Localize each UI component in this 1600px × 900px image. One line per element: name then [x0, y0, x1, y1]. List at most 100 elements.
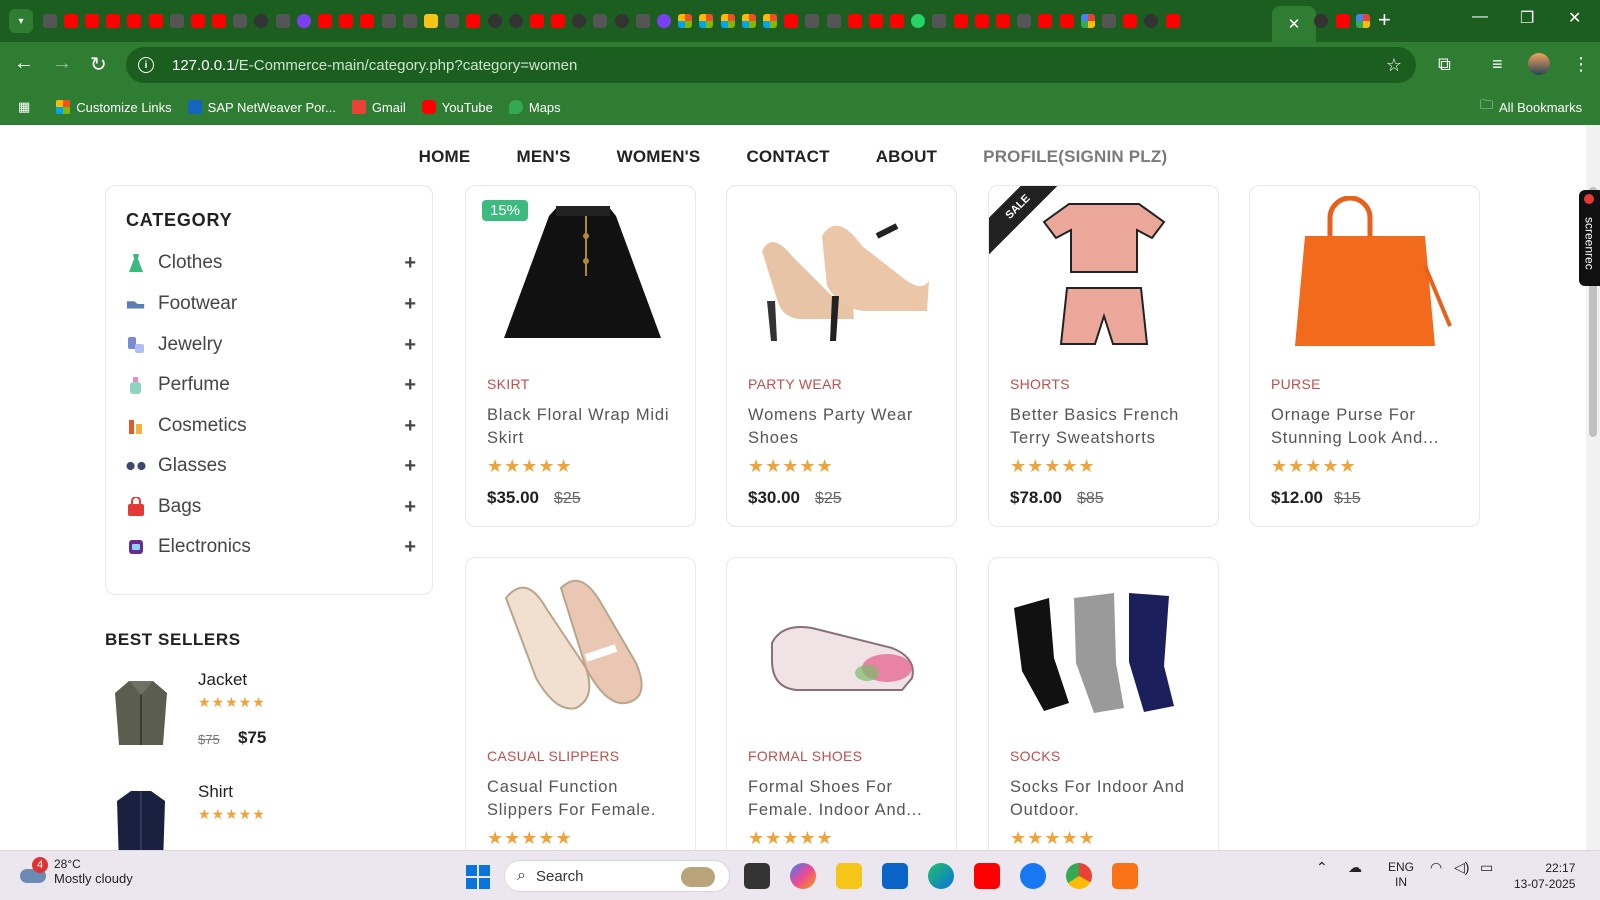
bookmark-youtube[interactable]: YouTube [421, 100, 493, 115]
tab-youtube-icon[interactable] [212, 14, 227, 28]
close-icon[interactable]: ✕ [1288, 15, 1301, 33]
file-explorer-icon[interactable] [836, 863, 862, 889]
extensions-icon[interactable]: ⧉ [1438, 54, 1451, 75]
tab-search-button[interactable]: ▾ [9, 9, 33, 33]
youtube-app-icon[interactable] [974, 863, 1000, 889]
clock[interactable]: 22:17 13-07-2025 [1514, 860, 1575, 892]
product-category[interactable]: PURSE [1271, 376, 1321, 392]
product-card[interactable]: CASUAL SLIPPERS Casual Function Slippers… [465, 557, 696, 850]
tab-favicon[interactable] [487, 14, 502, 28]
nav-mens[interactable]: MEN'S [516, 147, 570, 167]
category-bags[interactable]: Bags + [126, 492, 416, 522]
tab-youtube-icon[interactable] [551, 14, 566, 28]
tab-favicon[interactable] [42, 14, 57, 28]
tab-youtube-icon[interactable] [466, 14, 481, 28]
kebab-menu-icon[interactable]: ⋮ [1572, 54, 1590, 75]
product-category[interactable]: SHORTS [1010, 376, 1070, 392]
bookmark-customize-links[interactable]: Customize Links [56, 100, 172, 115]
tab-youtube-icon[interactable] [996, 14, 1011, 28]
tab-youtube-icon[interactable] [63, 14, 78, 28]
product-category[interactable]: CASUAL SLIPPERS [487, 748, 619, 764]
product-card[interactable]: SALE SHORTS Better Basics French Terry S… [988, 185, 1219, 527]
nav-womens[interactable]: WOMEN'S [617, 147, 701, 167]
tab-youtube-icon[interactable] [1165, 14, 1180, 28]
nav-profile[interactable]: PROFILE(SIGNIN PLZ) [983, 147, 1167, 167]
facebook-icon[interactable] [1020, 863, 1046, 889]
tab-favicon[interactable] [402, 14, 417, 28]
tab-whatsapp-icon[interactable] [911, 14, 926, 28]
task-view-icon[interactable] [744, 863, 770, 889]
product-title[interactable]: Socks For Indoor And Outdoor. [1010, 776, 1205, 822]
bookmark-gmail[interactable]: Gmail [351, 100, 406, 115]
tab-youtube-icon[interactable] [847, 14, 862, 28]
bookmark-star-icon[interactable]: ☆ [1386, 55, 1402, 76]
tab-youtube-icon[interactable] [1123, 14, 1138, 28]
nav-home[interactable]: HOME [419, 147, 471, 167]
product-title[interactable]: Womens Party Wear Shoes [748, 404, 943, 450]
address-bar[interactable]: i 127.0.0.1/E-Commerce-main/category.php… [126, 47, 1416, 83]
tab-youtube-icon[interactable] [318, 14, 333, 28]
tab-youtube-icon[interactable] [339, 14, 354, 28]
close-window-icon[interactable]: ✕ [1568, 8, 1581, 28]
tab-microsoft-icon[interactable] [741, 14, 756, 28]
category-footwear[interactable]: Footwear + [126, 289, 416, 319]
tab-favicon[interactable] [572, 14, 587, 28]
chrome-icon[interactable] [1066, 863, 1092, 889]
product-title[interactable]: Better Basics French Terry Sweatshorts [1010, 404, 1205, 450]
best-seller-item[interactable]: Jacket ★★★★★ $75 $75 [105, 670, 405, 770]
product-title[interactable]: Casual Function Slippers For Female. [487, 776, 682, 822]
tab-youtube-icon[interactable] [190, 14, 205, 28]
reload-icon[interactable]: ↻ [90, 52, 107, 77]
forward-arrow-icon[interactable]: → [52, 52, 72, 75]
tab-youtube-icon[interactable] [868, 14, 883, 28]
tab-favicon[interactable] [423, 14, 438, 28]
bookmark-sap[interactable]: SAP NetWeaver Por... [187, 100, 336, 115]
tab-favicon[interactable] [826, 14, 841, 28]
tab-youtube-icon[interactable] [890, 14, 905, 28]
site-info-icon[interactable]: i [138, 57, 154, 73]
expand-plus-icon[interactable]: + [404, 455, 416, 478]
product-title[interactable]: Formal Shoes For Female. Indoor And... [748, 776, 943, 822]
all-bookmarks[interactable]: 🗀 All Bookmarks [1480, 96, 1582, 118]
outlook-icon[interactable] [882, 863, 908, 889]
tab-chatgpt-icon[interactable] [1144, 14, 1159, 28]
tab-chatgpt-icon[interactable] [254, 14, 269, 28]
best-seller-name[interactable]: Shirt [198, 782, 233, 802]
taskbar-search[interactable]: ⌕ Search [504, 860, 730, 892]
tab-youtube-icon[interactable] [953, 14, 968, 28]
tab-chatgpt-icon[interactable] [614, 14, 629, 28]
expand-plus-icon[interactable]: + [404, 496, 416, 519]
expand-plus-icon[interactable]: + [404, 334, 416, 357]
tab-favicon[interactable] [932, 14, 947, 28]
bookmark-maps[interactable]: Maps [508, 100, 561, 115]
tab-microsoft-icon[interactable] [762, 14, 777, 28]
tab-favicon[interactable] [635, 14, 650, 28]
tab-youtube-icon[interactable] [360, 14, 375, 28]
product-category[interactable]: SKIRT [487, 376, 529, 392]
tab-favicon[interactable] [805, 14, 820, 28]
category-perfume[interactable]: Perfume + [126, 370, 416, 400]
edge-icon[interactable] [928, 863, 954, 889]
tab-youtube-icon[interactable] [106, 14, 121, 28]
tab-favicon[interactable] [169, 14, 184, 28]
product-card[interactable]: SOCKS Socks For Indoor And Outdoor. ★★★★… [988, 557, 1219, 850]
tab-favicon[interactable] [593, 14, 608, 28]
expand-plus-icon[interactable]: + [404, 415, 416, 438]
category-glasses[interactable]: Glasses + [126, 451, 416, 481]
expand-plus-icon[interactable]: + [404, 536, 416, 559]
tab-favicon[interactable] [445, 14, 460, 28]
back-arrow-icon[interactable]: ← [14, 52, 34, 75]
tab-favicon[interactable] [381, 14, 396, 28]
best-seller-item[interactable]: Shirt ★★★★★ [105, 782, 405, 850]
product-card[interactable]: FORMAL SHOES Formal Shoes For Female. In… [726, 557, 957, 850]
new-tab-button[interactable]: + [1378, 9, 1391, 31]
tab-favicon[interactable] [1101, 14, 1116, 28]
tab-favicon[interactable] [233, 14, 248, 28]
tab-youtube-icon[interactable] [974, 14, 989, 28]
tab-youtube-icon[interactable] [127, 14, 142, 28]
product-card[interactable]: 15% SKIRT Black Floral Wrap Midi Skirt ★… [465, 185, 696, 527]
best-seller-name[interactable]: Jacket [198, 670, 247, 690]
category-cosmetics[interactable]: Cosmetics + [126, 411, 416, 441]
category-clothes[interactable]: Clothes + [126, 248, 416, 278]
nav-contact[interactable]: CONTACT [746, 147, 829, 167]
